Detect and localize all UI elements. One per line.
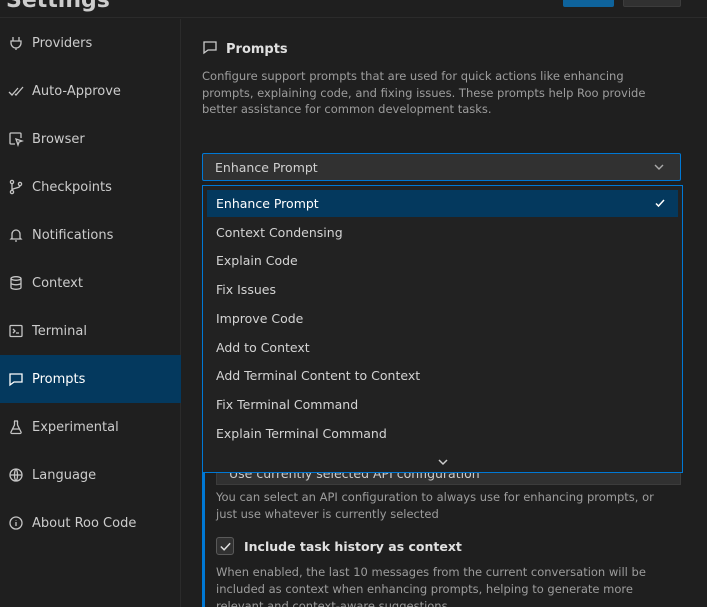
sidebar-item-label: Prompts: [32, 371, 86, 387]
done-button[interactable]: [623, 0, 681, 7]
sidebar-item-label: Experimental: [32, 419, 119, 435]
sidebar-item-checkpoints[interactable]: Checkpoints: [0, 163, 181, 211]
checkmark-icon: [219, 542, 231, 551]
prompt-type-dropdown: Enhance Prompt Context Condensing Explai…: [202, 185, 683, 473]
chevron-down-icon: [652, 160, 666, 174]
sidebar-item-label: Context: [32, 275, 83, 291]
bell-icon: [7, 226, 25, 244]
message-square-icon: [202, 39, 226, 59]
sidebar-item-browser[interactable]: Browser: [0, 115, 181, 163]
api-config-note: You can select an API configuration to a…: [216, 490, 654, 521]
sidebar-item-label: About Roo Code: [32, 515, 137, 531]
page-title: Settings: [6, 0, 110, 13]
prompt-type-select[interactable]: Enhance Prompt: [202, 153, 681, 181]
dropdown-option-fix-issues[interactable]: Fix Issues: [207, 276, 678, 303]
dropdown-option-explain-terminal-command[interactable]: Explain Terminal Command: [207, 420, 678, 447]
sidebar-item-terminal[interactable]: Terminal: [0, 307, 181, 355]
checkbox-description: When enabled, the last 10 messages from …: [216, 565, 646, 607]
task-history-checkbox-row[interactable]: Include task history as context: [216, 537, 462, 555]
sidebar-item-label: Providers: [32, 35, 93, 51]
sidebar-item-context[interactable]: Context: [0, 259, 181, 307]
sidebar-item-prompts[interactable]: Prompts: [0, 355, 181, 403]
message-square-icon: [7, 370, 25, 388]
sidebar-item-label: Browser: [32, 131, 85, 147]
terminal-icon: [7, 322, 25, 340]
dropdown-option-add-to-context[interactable]: Add to Context: [207, 334, 678, 361]
checkmark-icon: [654, 197, 666, 209]
globe-icon: [7, 466, 25, 484]
settings-sidebar: Providers Auto-Approve Browser Checkpoin…: [0, 19, 181, 607]
database-icon: [7, 274, 25, 292]
dropdown-option-improve-code[interactable]: Improve Code: [207, 305, 678, 332]
sidebar-item-providers[interactable]: Providers: [0, 19, 181, 67]
sidebar-item-label: Checkpoints: [32, 179, 112, 195]
checkbox-label: Include task history as context: [244, 538, 462, 554]
sidebar-item-auto-approve[interactable]: Auto-Approve: [0, 67, 181, 115]
sidebar-item-language[interactable]: Language: [0, 451, 181, 499]
sidebar-item-experimental[interactable]: Experimental: [0, 403, 181, 451]
prompts-section: Prompts Configure support prompts that a…: [181, 19, 707, 607]
sidebar-item-label: Auto-Approve: [32, 83, 121, 99]
save-button[interactable]: [563, 0, 614, 7]
section-description: Configure support prompts that are used …: [202, 69, 646, 116]
sidebar-item-label: Terminal: [32, 323, 87, 339]
task-history-checkbox[interactable]: [216, 537, 234, 555]
chevron-down-icon[interactable]: [436, 453, 450, 466]
section-title: Prompts: [202, 39, 288, 59]
git-branch-icon: [7, 178, 25, 196]
sidebar-item-about[interactable]: About Roo Code: [0, 499, 181, 547]
settings-view: Settings Providers Auto-Approve Browser …: [0, 0, 707, 607]
sidebar-item-notifications[interactable]: Notifications: [0, 211, 181, 259]
sidebar-item-label: Notifications: [32, 227, 114, 243]
check-check-icon: [7, 82, 25, 100]
dropdown-option-enhance-prompt[interactable]: Enhance Prompt: [207, 190, 678, 217]
dropdown-option-context-condensing[interactable]: Context Condensing: [207, 219, 678, 246]
info-icon: [7, 514, 25, 532]
flask-icon: [7, 418, 25, 436]
dropdown-option-explain-code[interactable]: Explain Code: [207, 247, 678, 274]
select-value: Enhance Prompt: [215, 159, 318, 175]
sidebar-item-label: Language: [32, 467, 97, 483]
plug-icon: [7, 34, 25, 52]
dropdown-option-add-terminal-content[interactable]: Add Terminal Content to Context: [207, 362, 678, 389]
browser-pointer-icon: [7, 130, 25, 148]
settings-header: Settings: [0, 0, 707, 18]
dropdown-option-fix-terminal-command[interactable]: Fix Terminal Command: [207, 391, 678, 418]
